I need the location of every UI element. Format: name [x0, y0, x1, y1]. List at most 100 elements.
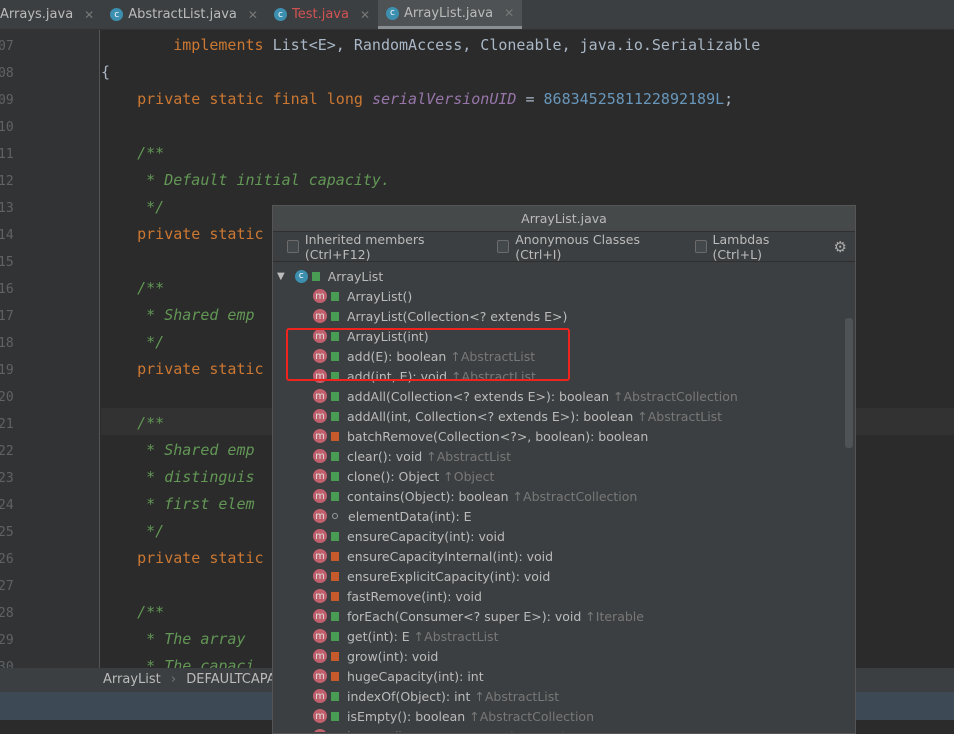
code-line: private static	[137, 225, 264, 243]
root-label: ArrayList	[327, 268, 384, 284]
member-item[interactable]: m addAll(Collection<? extends E>): boolea…	[313, 386, 738, 406]
method-icon: m	[313, 649, 327, 663]
member-signature: grow(int): void	[347, 648, 439, 664]
method-icon: m	[313, 609, 327, 623]
line-number: 10	[0, 120, 14, 135]
member-signature: ensureCapacityInternal(int): void	[347, 548, 554, 564]
member-signature: hugeCapacity(int): int	[347, 668, 484, 684]
member-item[interactable]: m hugeCapacity(int): int	[313, 666, 484, 686]
member-signature: isEmpty(): boolean	[347, 708, 466, 724]
line-number: 14	[0, 228, 14, 243]
private-icon	[331, 651, 339, 661]
line-number: 29	[0, 633, 14, 648]
popup-title: ArrayList.java	[273, 206, 855, 232]
scrollbar[interactable]	[845, 318, 853, 448]
public-icon	[331, 731, 339, 732]
method-icon: m	[313, 489, 327, 503]
inherited-from: ↑AbstractList	[474, 688, 560, 704]
code-line: private static	[137, 360, 264, 378]
member-signature: ensureCapacity(int): void	[347, 528, 505, 544]
member-item[interactable]: m elementData(int): E	[313, 506, 472, 526]
inherited-members-checkbox[interactable]: Inherited members (Ctrl+F12)	[287, 232, 475, 262]
private-icon	[331, 671, 339, 681]
member-item[interactable]: m contains(Object): boolean ↑AbstractColle…	[313, 486, 637, 506]
option-label: Inherited members (Ctrl+F12)	[304, 231, 425, 262]
code-line: */	[101, 522, 165, 540]
runnable-class-icon: c	[273, 8, 287, 21]
member-item[interactable]: m clone(): Object ↑Object	[313, 466, 494, 486]
close-icon[interactable]: ✕	[84, 8, 94, 22]
breadcrumb-class[interactable]: ArrayList	[103, 672, 161, 687]
member-item[interactable]: m indexOf(Object): int ↑AbstractList	[313, 686, 559, 706]
anonymous-classes-checkbox[interactable]: Anonymous Classes (Ctrl+I)	[497, 232, 672, 262]
option-label: Anonymous Classes (Ctrl+I)	[515, 231, 640, 262]
public-icon	[331, 411, 339, 421]
expand-arrow-icon[interactable]: ▼	[277, 271, 285, 282]
line-number: 08	[0, 66, 14, 81]
member-item[interactable]: m batchRemove(Collection<?>, boolean): bo…	[313, 426, 648, 446]
line-number: 17	[0, 309, 14, 324]
close-icon[interactable]: ✕	[248, 8, 258, 22]
member-item[interactable]: m ensureCapacity(int): void	[313, 526, 505, 546]
member-item[interactable]: m ArrayList()	[313, 286, 412, 306]
member-item[interactable]: m grow(int): void	[313, 646, 438, 666]
tree-root[interactable]: ▼ c ArrayList	[277, 266, 383, 286]
method-icon: m	[313, 529, 327, 543]
method-icon: m	[313, 309, 327, 323]
inherited-from: ↑AbstractList	[637, 408, 723, 424]
public-icon	[331, 451, 339, 461]
close-icon[interactable]: ✕	[360, 8, 370, 22]
member-signature: get(int): E	[347, 628, 410, 644]
package-icon	[332, 513, 338, 519]
member-item[interactable]: m iterator(): Iterator<E> ↑AbstractList	[313, 726, 576, 732]
member-item[interactable]: m isEmpty(): boolean ↑AbstractCollection	[313, 706, 594, 726]
code-line: * first elem	[101, 495, 255, 513]
line-number: 23	[0, 471, 14, 486]
method-icon: m	[313, 549, 327, 563]
member-item[interactable]: m addAll(int, Collection<? extends E>): b…	[313, 406, 722, 426]
inherited-from: ↑AbstractCollection	[512, 488, 638, 504]
line-number: 28	[0, 606, 14, 621]
code-line: {	[101, 63, 111, 81]
inherited-from: ↑AbstractList	[413, 628, 499, 644]
public-icon	[331, 711, 339, 721]
tab-arrays[interactable]: Arrays.java ✕	[0, 0, 102, 29]
gear-icon[interactable]: ⚙	[834, 238, 847, 256]
member-item[interactable]: m ArrayList(Collection<? extends E>)	[313, 306, 567, 326]
tab-label: Test.java	[291, 7, 349, 22]
member-signature: iterator(): Iterator<E>	[347, 729, 487, 733]
private-icon	[331, 571, 339, 581]
line-number: 20	[0, 390, 14, 405]
inherited-from: ↑AbstractList	[491, 729, 576, 733]
member-item[interactable]: m clear(): void ↑AbstractList	[313, 446, 511, 466]
lambdas-checkbox[interactable]: Lambdas (Ctrl+L)	[694, 232, 812, 262]
member-signature: addAll(Collection<? extends E>): boolean	[347, 388, 610, 404]
member-item[interactable]: m ensureExplicitCapacity(int): void	[313, 566, 550, 586]
public-icon	[331, 611, 339, 621]
inherited-from: ↑AbstractList	[426, 448, 512, 464]
member-item[interactable]: m forEach(Consumer<? super E>): void ↑Iter…	[313, 606, 644, 626]
member-signature: fastRemove(int): void	[347, 588, 482, 604]
line-gutter: 07 08 09 10 11 12 13 14 15 16 17 18 19 20 21 22 23 24 25 26…	[0, 30, 100, 675]
member-item[interactable]: m fastRemove(int): void	[313, 586, 482, 606]
tab-test[interactable]: c Test.java ✕	[266, 0, 378, 29]
popup-options: Inherited members (Ctrl+F12) Anonymous C…	[273, 232, 855, 262]
tab-arraylist[interactable]: c ArrayList.java ✕	[378, 0, 523, 29]
method-icon: m	[313, 509, 327, 523]
member-signature: contains(Object): boolean	[347, 488, 509, 504]
method-icon: m	[313, 629, 327, 643]
method-icon: m	[313, 289, 327, 303]
member-signature: batchRemove(Collection<?>, boolean): boo…	[347, 428, 649, 444]
member-signature: indexOf(Object): int	[347, 688, 471, 704]
member-signature: clear(): void	[347, 448, 423, 464]
file-structure-popup: ArrayList.java Inherited members (Ctrl+F…	[272, 205, 856, 734]
code-line: /**	[137, 603, 165, 621]
member-item[interactable]: m get(int): E ↑AbstractList	[313, 626, 498, 646]
member-item[interactable]: m ensureCapacityInternal(int): void	[313, 546, 553, 566]
tab-abstractlist[interactable]: c AbstractList.java ✕	[102, 0, 266, 29]
line-number: 13	[0, 201, 14, 216]
highlight-box	[286, 328, 570, 381]
close-icon[interactable]: ✕	[504, 6, 514, 20]
inherited-from: ↑Object	[443, 468, 495, 484]
class-icon: c	[294, 269, 308, 283]
